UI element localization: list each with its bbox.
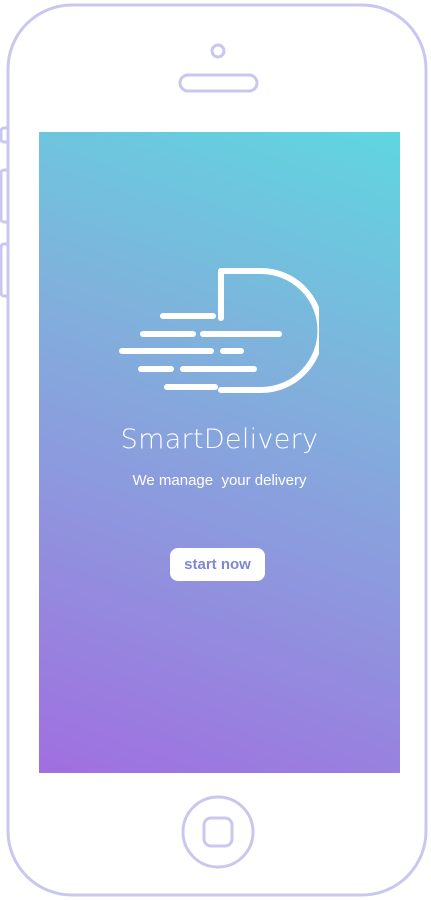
speed-lines-d-logo-icon bbox=[119, 268, 319, 393]
app-name: SmartDelivery bbox=[120, 424, 319, 455]
start-now-button[interactable]: start now bbox=[170, 548, 265, 581]
device-mockup: SmartDelivery We manage your delivery st… bbox=[0, 0, 431, 900]
app-tagline: We manage your delivery bbox=[132, 472, 307, 489]
logo-d-outline bbox=[218, 268, 319, 393]
splash-screen: SmartDelivery We manage your delivery st… bbox=[39, 132, 400, 773]
